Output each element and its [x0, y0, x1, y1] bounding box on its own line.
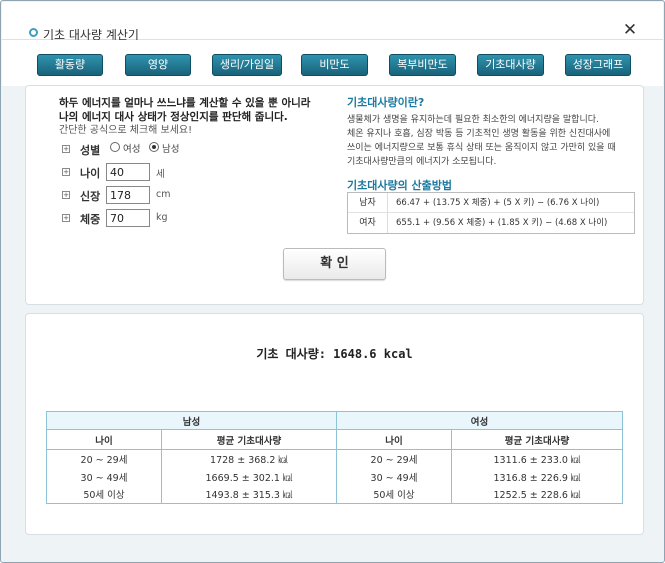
female-avg-cell: 1311.6 ± 233.0 ㎉ [451, 449, 623, 468]
female-avg-header: 평균 기초대사량 [451, 429, 623, 450]
table-row: 20 ~ 29세 1728 ± 368.2 ㎉ 20 ~ 29세 1311.6 … [46, 449, 623, 468]
tab-abdominal-obesity[interactable]: 복부비만도 [389, 54, 456, 76]
female-radio[interactable] [110, 142, 120, 152]
tab-activity[interactable]: 활동량 [37, 54, 103, 76]
table-row: 30 ~ 49세 1669.5 ± 302.1 ㎉ 30 ~ 49세 1316.… [46, 467, 623, 486]
male-avg-cell: 1728 ± 368.2 ㎉ [161, 449, 337, 468]
male-age-cell: 50세 이상 [46, 485, 162, 504]
height-unit: cm [156, 189, 171, 200]
bmr-method-title: 기초대사량의 산출방법 [347, 179, 453, 192]
info-line: 체온 유지나 호흡, 심장 박동 등 기초적인 생명 활동을 위한 신진대사에 [347, 129, 611, 139]
tab-bmr[interactable]: 기초대사량 [477, 54, 544, 76]
age-label: 나이 [80, 167, 101, 180]
female-age-cell: 20 ~ 29세 [336, 449, 452, 468]
weight-unit: kg [156, 212, 168, 223]
tab-bar: 활동량 영양 생리/가임일 비만도 복부비만도 기초대사량 성장그래프 [2, 40, 663, 86]
plus-icon: + [62, 214, 70, 222]
confirm-button[interactable]: 확 인 [283, 248, 386, 280]
result-panel: 기초 대사량: 1648.6 kcal 남성 여성 나이 평균 기초대사량 나이… [25, 313, 644, 535]
formula-row-male: 남자 66.47 + (13.75 X 체중) + (5 X 키) − (6.7… [348, 193, 634, 213]
bmr-calculator-window: 기초 대사량 계산기 ✕ 활동량 영양 생리/가임일 비만도 복부비만도 기초대… [0, 0, 665, 563]
title-bar: 기초 대사량 계산기 ✕ [2, 2, 663, 42]
formula-table: 남자 66.47 + (13.75 X 체중) + (5 X 키) − (6.7… [347, 192, 635, 234]
formula-sex: 여자 [348, 213, 388, 233]
plus-icon: + [62, 145, 70, 153]
male-header: 남성 [46, 411, 337, 430]
formula-row-female: 여자 655.1 + (9.56 X 체중) + (1.85 X 키) − (4… [348, 213, 634, 233]
bmr-info: 기초대사량이란? 생물체가 생명을 유지하는데 필요한 최소한의 에너지량을 말… [347, 94, 637, 193]
table-row: 50세 이상 1493.8 ± 315.3 ㎉ 50세 이상 1252.5 ± … [46, 485, 623, 504]
input-panel: 하두 에너지를 얼마나 쓰느냐를 계산할 수 있을 뿐 아니라 나의 에너지 대… [25, 85, 644, 305]
sex-label: 성별 [80, 144, 101, 157]
formula-equation: 66.47 + (13.75 X 체중) + (5 X 키) − (6.76 X… [396, 198, 600, 208]
female-age-cell: 30 ~ 49세 [336, 467, 452, 486]
plus-icon: + [62, 168, 70, 176]
female-age-cell: 50세 이상 [336, 485, 452, 504]
male-avg-cell: 1669.5 ± 302.1 ㎉ [161, 467, 337, 486]
intro-line-2: 나의 에너지 대사 상태가 정상인지를 판단해 줍니다. [59, 111, 288, 123]
close-icon[interactable]: ✕ [622, 22, 638, 39]
female-avg-cell: 1252.5 ± 228.6 ㎉ [451, 485, 623, 504]
formula-sex: 남자 [348, 193, 388, 213]
intro-line-3: 간단한 공식으로 체크해 보세요! [59, 125, 193, 136]
female-header: 여성 [336, 411, 623, 430]
male-avg-cell: 1493.8 ± 315.3 ㎉ [161, 485, 337, 504]
bmr-result: 기초 대사량: 1648.6 kcal [256, 347, 413, 361]
tab-menstruation[interactable]: 생리/가임일 [212, 54, 282, 76]
age-input[interactable] [106, 163, 150, 181]
weight-label: 체중 [80, 213, 101, 226]
plus-icon: + [62, 191, 70, 199]
formula-equation: 655.1 + (9.56 X 체중) + (1.85 X 키) − (4.68… [396, 218, 608, 228]
gender-header-row: 남성 여성 [46, 411, 623, 430]
tab-growth-chart[interactable]: 성장그래프 [565, 54, 631, 76]
female-avg-cell: 1316.8 ± 226.9 ㎉ [451, 467, 623, 486]
title-circle-icon [29, 28, 38, 37]
weight-input[interactable] [106, 209, 150, 227]
info-line: 쓰이는 에너지량으로 보통 휴식 상태 또는 움직이지 않고 가만히 있을 때 [347, 143, 616, 153]
age-unit: 세 [156, 169, 165, 180]
tab-nutrition[interactable]: 영양 [125, 54, 191, 76]
intro-line-1: 하두 에너지를 얼마나 쓰느냐를 계산할 수 있을 뿐 아니라 [59, 97, 311, 109]
male-radio[interactable] [149, 142, 159, 152]
female-label: 여성 [123, 144, 141, 155]
male-avg-header: 평균 기초대사량 [161, 429, 337, 450]
reference-table: 남성 여성 나이 평균 기초대사량 나이 평균 기초대사량 20 ~ 29세 1… [46, 411, 623, 504]
height-input[interactable] [106, 186, 150, 204]
height-label: 신장 [80, 190, 101, 203]
male-label: 남성 [162, 144, 180, 155]
tab-obesity[interactable]: 비만도 [301, 54, 368, 76]
info-line: 생물체가 생명을 유지하는데 필요한 최소한의 에너지량을 말합니다. [347, 115, 599, 125]
male-age-cell: 30 ~ 49세 [46, 467, 162, 486]
female-age-header: 나이 [336, 429, 452, 450]
intro-text: 하두 에너지를 얼마나 쓰느냐를 계산할 수 있을 뿐 아니라 나의 에너지 대… [59, 96, 329, 138]
male-age-cell: 20 ~ 29세 [46, 449, 162, 468]
what-is-bmr-title: 기초대사량이란? [347, 96, 425, 109]
male-age-header: 나이 [46, 429, 162, 450]
column-header-row: 나이 평균 기초대사량 나이 평균 기초대사량 [46, 429, 623, 450]
info-line: 기초대사량만큼의 에너지가 소모됩니다. [347, 157, 497, 167]
